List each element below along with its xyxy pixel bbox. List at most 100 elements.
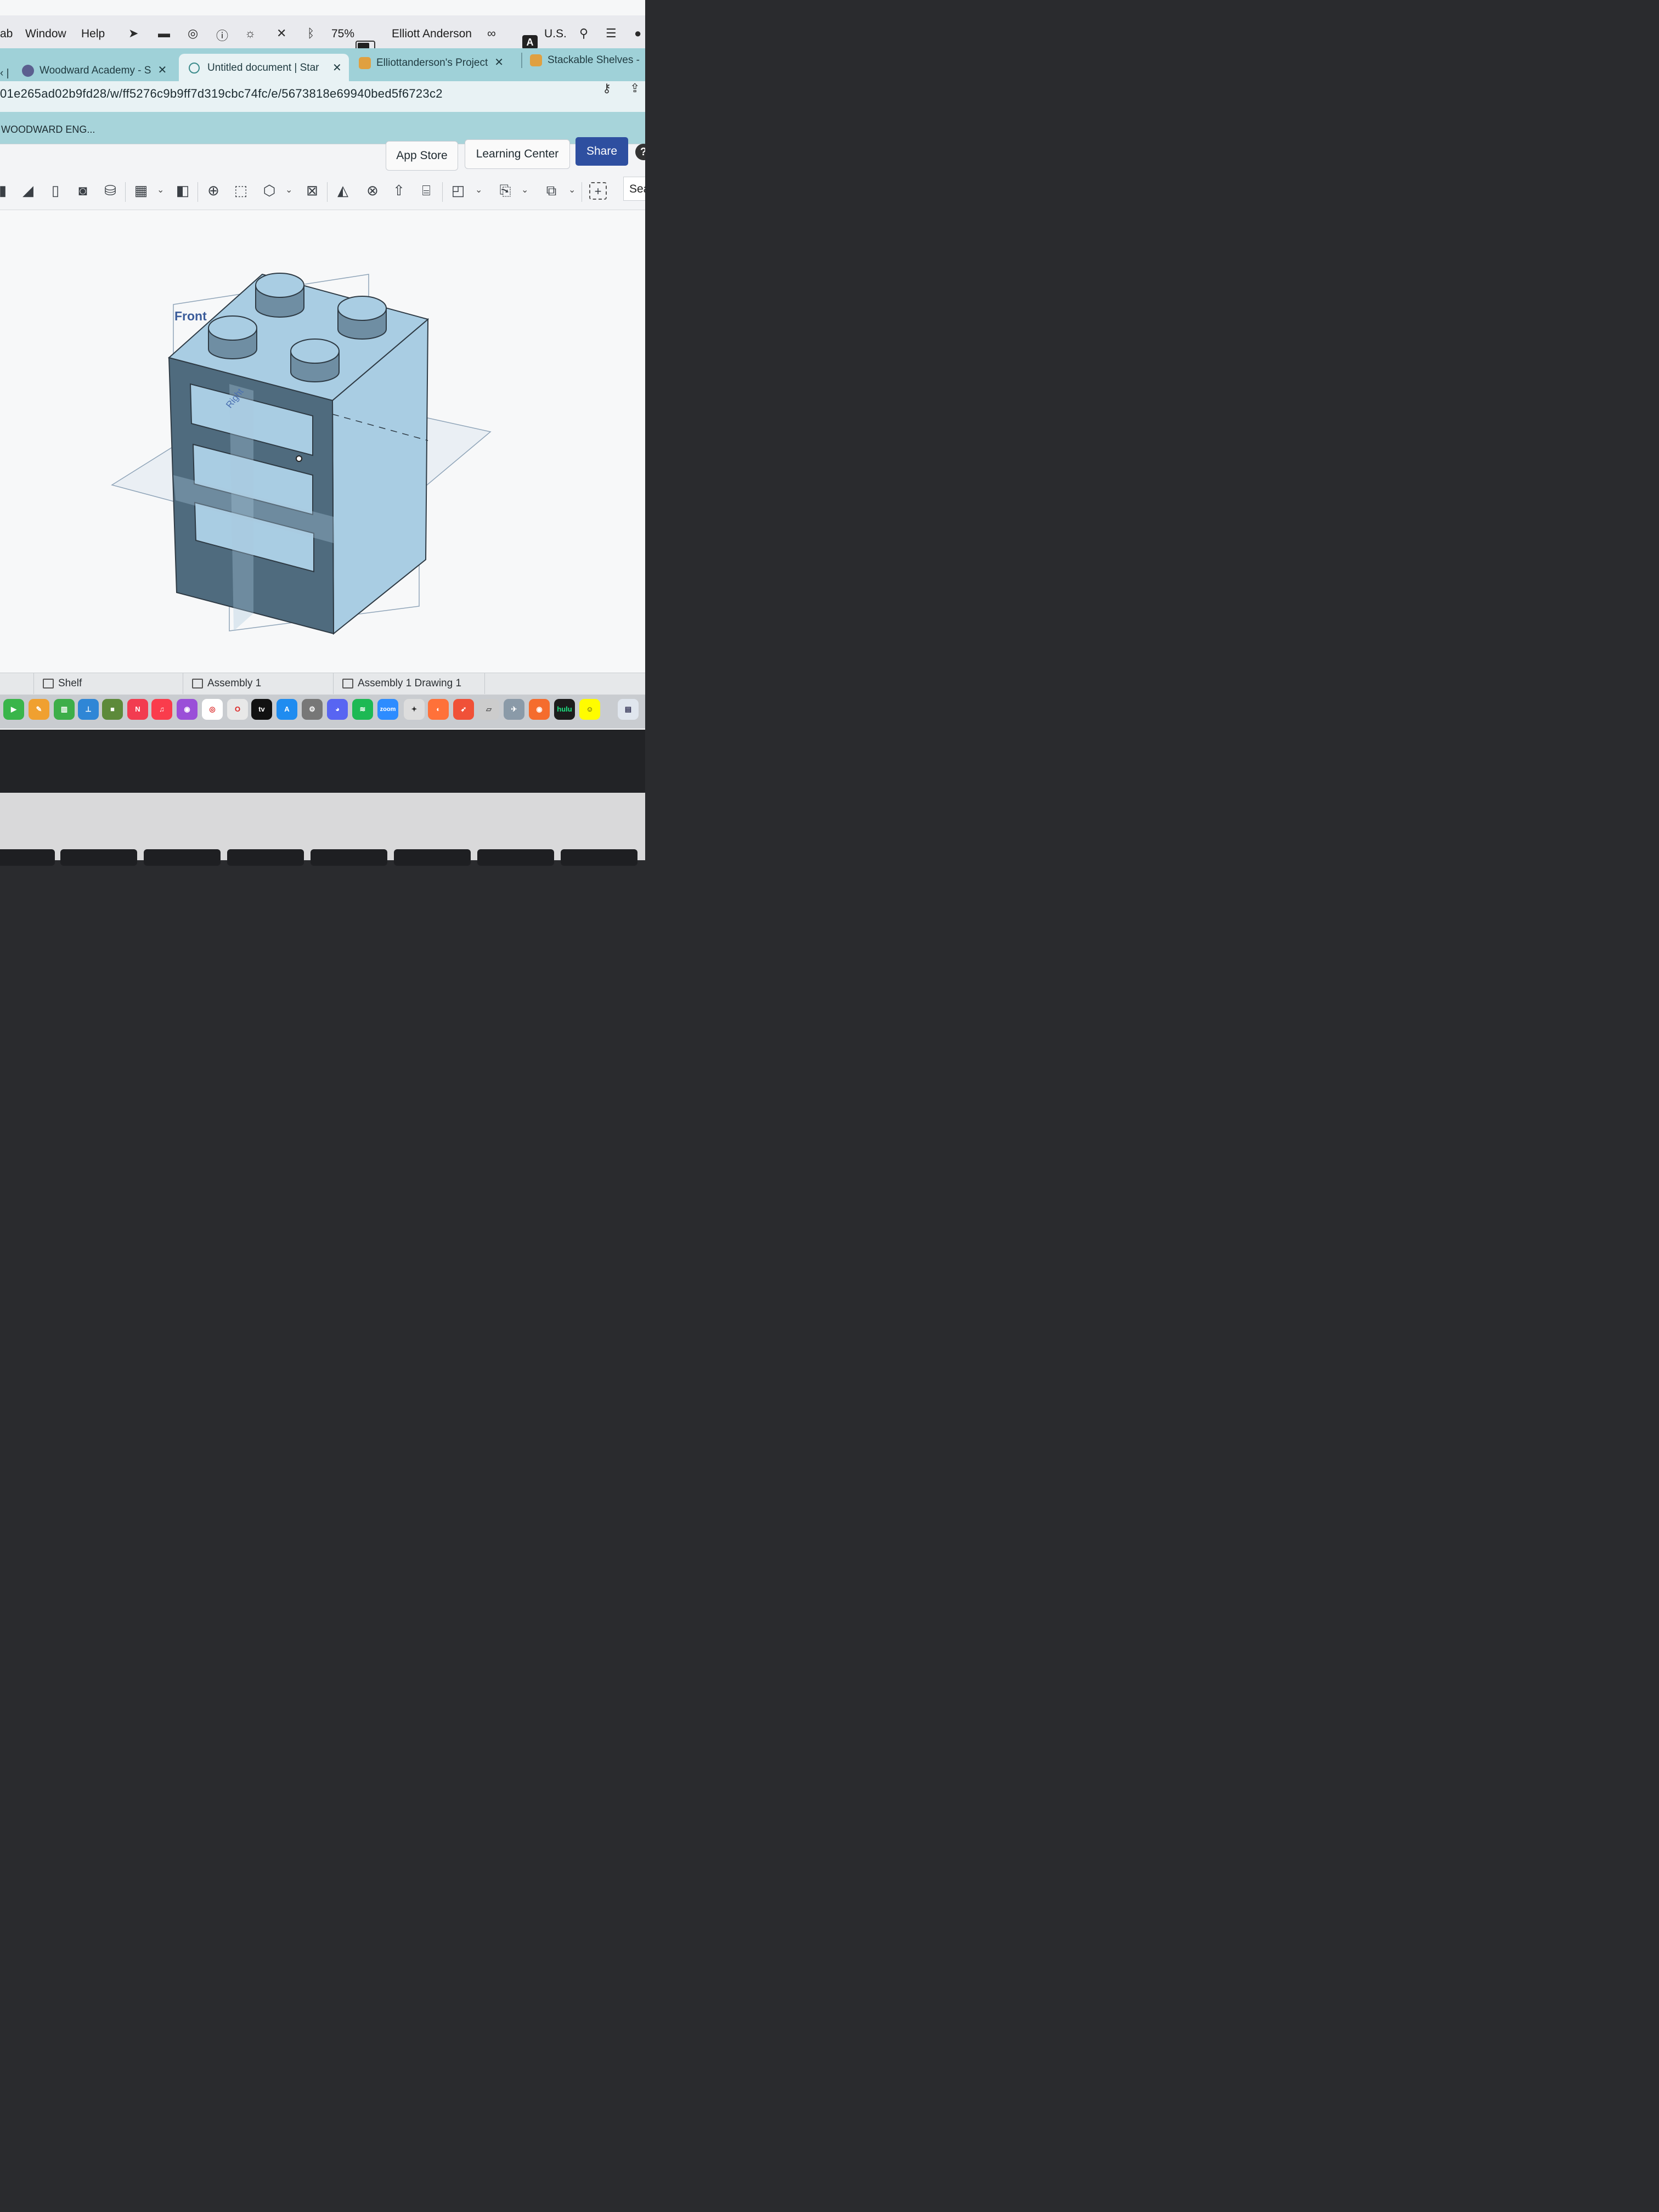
keynote-icon[interactable]: ⊥ bbox=[78, 699, 99, 720]
link-icon[interactable]: ∞ bbox=[487, 26, 496, 41]
model-canvas[interactable]: Front Right bbox=[0, 210, 645, 674]
mirror-icon[interactable]: ◧ bbox=[174, 182, 191, 199]
tab-label: Assembly 1 Drawing 1 bbox=[358, 678, 462, 689]
appstore-icon[interactable]: A bbox=[276, 699, 297, 720]
location-icon[interactable]: ➤ bbox=[128, 26, 138, 41]
chrome-icon[interactable]: ◎ bbox=[202, 699, 223, 720]
brightness-icon[interactable]: ☼ bbox=[245, 26, 256, 41]
bed-icon[interactable]: ▬ bbox=[158, 26, 170, 41]
frame-icon[interactable]: ⧉ bbox=[543, 182, 560, 199]
stud-right[interactable] bbox=[337, 296, 387, 340]
origin-icon[interactable]: ◉ bbox=[529, 699, 550, 720]
close-icon[interactable]: ✕ bbox=[157, 64, 167, 76]
spotify-icon[interactable]: ≋ bbox=[352, 699, 373, 720]
tab-stackable-shelves[interactable]: Stackable Shelves - bbox=[521, 48, 640, 72]
stud-back[interactable] bbox=[255, 273, 304, 318]
plane-icon[interactable]: ◰ bbox=[450, 182, 466, 199]
tab-untitled-document[interactable]: Untitled document | Star ✕ bbox=[179, 54, 349, 82]
key-icon[interactable]: ⚷ bbox=[602, 81, 611, 95]
boolean-icon[interactable]: ⊕ bbox=[205, 182, 222, 199]
snapchat-icon[interactable]: ☺ bbox=[579, 699, 600, 720]
close-icon[interactable]: ✕ bbox=[332, 54, 342, 82]
appletv-icon[interactable]: tv bbox=[251, 699, 272, 720]
laptop-bezel bbox=[0, 730, 645, 793]
discord-icon[interactable]: ◕ bbox=[327, 699, 348, 720]
stud-left[interactable] bbox=[208, 315, 257, 359]
bluetooth-icon[interactable]: ᛒ bbox=[307, 26, 314, 41]
chevron-down-icon[interactable]: ⌄ bbox=[521, 184, 528, 195]
url-text[interactable]: 01e265ad02b9fd28/w/ff5276c9b9ff7d319cbc7… bbox=[0, 87, 443, 101]
podcasts-icon[interactable]: ◉ bbox=[177, 699, 198, 720]
move-face-icon[interactable]: ◭ bbox=[335, 182, 351, 199]
address-bar[interactable]: 01e265ad02b9fd28/w/ff5276c9b9ff7d319cbc7… bbox=[0, 81, 645, 112]
accessibility-icon[interactable]: ⓘ bbox=[216, 26, 228, 44]
flight-icon[interactable]: ✈ bbox=[504, 699, 524, 720]
menu-help[interactable]: Help bbox=[81, 27, 105, 41]
learning-center-button[interactable]: Learning Center bbox=[465, 139, 570, 169]
tab-assembly-1-drawing-1[interactable]: Assembly 1 Drawing 1 bbox=[335, 673, 485, 694]
siri-icon[interactable]: ● bbox=[634, 26, 641, 41]
control-center-icon[interactable]: ☰ bbox=[606, 26, 617, 41]
delete-face-icon[interactable]: ⊗ bbox=[364, 182, 381, 199]
search-icon[interactable]: ⚲ bbox=[579, 26, 588, 41]
bookmark-woodward-eng[interactable]: WOODWARD ENG... bbox=[1, 124, 95, 136]
loft-icon[interactable]: ⛁ bbox=[102, 182, 119, 199]
menu-window[interactable]: Window bbox=[25, 27, 66, 41]
app-store-button[interactable]: App Store bbox=[386, 141, 458, 171]
search-tools-input[interactable]: Sea bbox=[623, 177, 645, 201]
menu-app-partial[interactable]: ab bbox=[0, 27, 13, 41]
front-plane-label[interactable]: Front bbox=[174, 309, 207, 323]
tab-woodward-academy[interactable]: Woodward Academy - S ✕ bbox=[22, 58, 167, 82]
pattern-icon[interactable]: ▦ bbox=[133, 182, 149, 199]
revolve-icon[interactable]: ▯ bbox=[47, 182, 64, 199]
add-custom-feature-icon[interactable]: + bbox=[589, 182, 607, 200]
sheet-metal-icon[interactable]: ⎘ bbox=[497, 182, 514, 199]
notes-icon[interactable]: ▱ bbox=[478, 699, 499, 720]
tab-elliott-project[interactable]: Elliottanderson's Project ✕ bbox=[359, 50, 504, 75]
chevron-down-icon[interactable]: ⌄ bbox=[475, 184, 482, 195]
offset-surface-icon[interactable]: ⇧ bbox=[391, 182, 407, 199]
preview-icon[interactable]: ▤ bbox=[618, 699, 639, 720]
music-icon[interactable]: ♫ bbox=[151, 699, 172, 720]
keyboard-key bbox=[60, 849, 137, 866]
thicken-icon[interactable]: ⌸ bbox=[418, 182, 435, 199]
scratch-icon bbox=[359, 57, 371, 69]
firefox-icon[interactable]: ◐ bbox=[428, 699, 449, 720]
game-icon[interactable]: ✦ bbox=[404, 699, 425, 720]
news-icon[interactable]: N bbox=[127, 699, 148, 720]
tab-shelf[interactable]: Shelf bbox=[35, 673, 183, 694]
transform-icon[interactable]: ⬡ bbox=[261, 182, 278, 199]
tab-assembly-1[interactable]: Assembly 1 bbox=[184, 673, 334, 694]
airdrop-icon[interactable]: ◎ bbox=[188, 26, 198, 41]
share-button[interactable]: Share bbox=[575, 137, 628, 166]
delete-part-icon[interactable]: ⊠ bbox=[304, 182, 320, 199]
split-icon[interactable]: ⬚ bbox=[233, 182, 249, 199]
facetime-icon[interactable]: ▶ bbox=[3, 699, 24, 720]
graphics-viewport[interactable]: Front Right bbox=[0, 210, 645, 674]
chevron-down-icon[interactable]: ⌄ bbox=[285, 184, 292, 195]
toolbar-separator bbox=[442, 182, 443, 202]
chevron-down-icon[interactable]: ⌄ bbox=[157, 184, 164, 195]
screen: ab Window Help ➤ ▬ ◎ ⓘ ☼ ✕ ᛒ 75% Elliott… bbox=[0, 0, 645, 730]
zoom-icon[interactable]: zoom bbox=[377, 699, 398, 720]
input-source-badge[interactable]: A bbox=[522, 35, 538, 49]
mute-icon[interactable]: ✕ bbox=[276, 26, 286, 41]
opera-icon[interactable]: O bbox=[227, 699, 248, 720]
sweep-icon[interactable]: ◙ bbox=[75, 182, 91, 199]
chevron-down-icon[interactable]: ⌄ bbox=[568, 184, 575, 195]
settings-icon[interactable]: ⚙ bbox=[302, 699, 323, 720]
close-icon[interactable]: ✕ bbox=[494, 57, 504, 69]
user-name[interactable]: Elliott Anderson bbox=[392, 27, 472, 41]
numbers-icon[interactable]: ▥ bbox=[54, 699, 75, 720]
tab-overflow[interactable] bbox=[0, 673, 34, 694]
hulu-icon[interactable]: hulu bbox=[554, 699, 575, 720]
extrude-icon[interactable]: ◢ bbox=[20, 182, 36, 199]
input-source-label[interactable]: U.S. bbox=[544, 27, 567, 41]
minecraft-icon[interactable]: ■ bbox=[102, 699, 123, 720]
pages-icon[interactable]: ✎ bbox=[29, 699, 49, 720]
stud-front[interactable] bbox=[290, 338, 340, 382]
share-page-icon[interactable]: ⇪ bbox=[630, 81, 640, 95]
sketch-icon[interactable]: ▮ bbox=[0, 182, 11, 199]
swift-icon[interactable]: ➶ bbox=[453, 699, 474, 720]
drawing-icon bbox=[342, 678, 353, 689]
